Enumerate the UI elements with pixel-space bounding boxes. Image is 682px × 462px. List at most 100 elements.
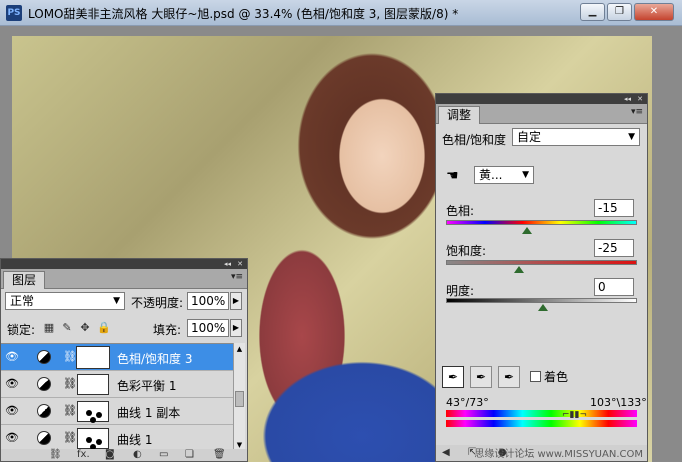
opacity-input[interactable]: 100%: [187, 292, 229, 310]
lock-transparent-icon[interactable]: ▦: [43, 322, 55, 334]
layers-scrollbar[interactable]: ▲ ▼: [233, 343, 245, 451]
eyedropper-plus-icon[interactable]: ✒: [470, 366, 492, 388]
layer-name: 曲线 1: [117, 433, 153, 447]
close-panel-icon[interactable]: ✕: [637, 94, 643, 104]
chain-icon[interactable]: ⛓: [63, 404, 77, 417]
tab-adjustments[interactable]: 调整: [438, 106, 481, 124]
layers-footer: ⛓ fx. ◙ ◐ ▭ ❏ 🗑: [1, 449, 247, 461]
lightness-input[interactable]: 0: [594, 278, 634, 296]
close-panel-icon[interactable]: ✕: [237, 259, 243, 269]
panel-tab-row: 调整 ▾≡: [436, 104, 647, 124]
eyedropper-minus-icon[interactable]: ✒: [498, 366, 520, 388]
layer-mask-thumbnail[interactable]: [77, 374, 109, 395]
layer-mask-thumbnail[interactable]: [76, 346, 110, 369]
saturation-slider-knob[interactable]: [514, 266, 524, 273]
lock-brush-icon[interactable]: ✎: [61, 322, 73, 334]
photoshop-logo-icon: PS: [6, 5, 22, 21]
range-right-readout: 103°\133°: [590, 396, 647, 409]
adjustment-layer-icon: [37, 377, 51, 391]
hue-input[interactable]: -15: [594, 199, 634, 217]
lightness-label: 明度:: [446, 284, 475, 298]
preset-select[interactable]: 自定 ▼: [512, 128, 640, 146]
minimize-icon[interactable]: ▁: [580, 3, 605, 21]
opacity-arrow-icon[interactable]: ▶: [230, 292, 242, 310]
chevron-down-icon: ▼: [628, 132, 635, 142]
adjustment-layer-icon: [37, 431, 51, 445]
layer-row[interactable]: 👁 ⛓ 曲线 1: [1, 425, 233, 451]
trash-icon[interactable]: 🗑: [213, 449, 226, 461]
adjustments-panel: ◂◂ ✕ 调整 ▾≡ 色相/饱和度 自定 ▼ ☚ 黄... ▼ 色相: -15 …: [435, 93, 648, 462]
adjustment-icon[interactable]: ◐: [133, 449, 142, 461]
collapse-icon[interactable]: ◂◂: [624, 94, 631, 104]
layer-mask-thumbnail[interactable]: [77, 428, 109, 449]
fill-arrow-icon[interactable]: ▶: [230, 319, 242, 337]
saturation-slider-track[interactable]: [446, 260, 637, 265]
adjustment-layer-icon: [37, 350, 51, 364]
new-layer-icon[interactable]: ❏: [185, 449, 194, 461]
layer-row[interactable]: 👁 ⛓ 曲线 1 副本: [1, 398, 233, 425]
lightness-slider-track[interactable]: [446, 298, 637, 303]
range-slider-handles[interactable]: ⌐▮▮¬: [562, 410, 587, 420]
chevron-down-icon: ▼: [113, 296, 120, 306]
tab-layers[interactable]: 图层: [3, 271, 46, 289]
preset-value: 自定: [517, 130, 542, 144]
saturation-input[interactable]: -25: [594, 239, 634, 257]
back-arrow-icon[interactable]: ◀: [442, 447, 450, 459]
hue-slider-track[interactable]: [446, 220, 637, 225]
scroll-thumb[interactable]: [235, 391, 244, 407]
folder-icon[interactable]: ▭: [159, 449, 168, 461]
panel-menu-icon[interactable]: ▾≡: [231, 272, 243, 282]
hue-label: 色相:: [446, 204, 475, 218]
mask-icon[interactable]: ◙: [105, 449, 115, 461]
watermark-text: 思缘设计论坛 www.MISSYUAN.COM: [474, 449, 643, 460]
collapse-icon[interactable]: ◂◂: [224, 259, 231, 269]
layer-name: 色相/饱和度 3: [117, 352, 193, 366]
layers-panel: ◂◂ ✕ 图层 ▾≡ 正常 ▼ 不透明度: 100% ▶ 锁定: ▦ ✎ ✥ 🔒…: [0, 258, 248, 462]
blend-mode-select[interactable]: 正常 ▼: [5, 292, 125, 310]
blend-mode-value: 正常: [10, 294, 35, 308]
panel-strip: ◂◂ ✕: [436, 94, 647, 104]
eyedropper-icon[interactable]: ✒: [442, 366, 464, 388]
lock-move-icon[interactable]: ✥: [79, 322, 91, 334]
lightness-slider-knob[interactable]: [538, 304, 548, 311]
link-icon[interactable]: ⛓: [49, 449, 62, 461]
adjustment-type: 色相/饱和度: [442, 133, 507, 147]
lock-label: 锁定:: [7, 323, 36, 337]
chain-icon[interactable]: ⛓: [63, 377, 77, 390]
close-icon[interactable]: ✕: [634, 3, 674, 21]
eye-icon[interactable]: 👁: [5, 378, 19, 390]
layer-name: 色彩平衡 1: [117, 379, 177, 393]
fill-input[interactable]: 100%: [187, 319, 229, 337]
fill-label: 填充:: [153, 323, 182, 337]
panel-menu-icon[interactable]: ▾≡: [631, 107, 643, 117]
adjustment-layer-icon: [37, 404, 51, 418]
chevron-down-icon: ▼: [522, 170, 529, 180]
layer-row[interactable]: 👁 ⛓ 色彩平衡 1: [1, 371, 233, 398]
chain-icon[interactable]: ⛓: [63, 431, 77, 444]
scroll-up-icon[interactable]: ▲: [234, 343, 245, 355]
channel-value: 黄...: [479, 168, 503, 182]
layer-name: 曲线 1 副本: [117, 406, 181, 420]
fx-icon[interactable]: fx.: [77, 449, 90, 461]
adjustments-footer: ◀ ⇱ ● 思缘设计论坛 www.MISSYUAN.COM: [436, 445, 647, 461]
hand-target-icon[interactable]: ☚: [446, 168, 459, 184]
channel-select[interactable]: 黄... ▼: [474, 166, 534, 184]
eye-icon[interactable]: 👁: [5, 351, 19, 363]
restore-icon[interactable]: ❐: [607, 3, 632, 21]
colorize-checkbox[interactable]: [530, 371, 541, 382]
source-spectrum-bar: [446, 410, 637, 417]
panel-strip: ◂◂ ✕: [1, 259, 247, 269]
layer-mask-thumbnail[interactable]: [77, 401, 109, 422]
hue-slider-knob[interactable]: [522, 227, 532, 234]
lock-all-icon[interactable]: 🔒: [97, 322, 111, 334]
range-left-readout: 43°/73°: [446, 396, 489, 409]
window-controls: ▁ ❐ ✕: [580, 3, 674, 21]
chain-icon[interactable]: ⛓: [63, 350, 77, 363]
result-spectrum-bar: [446, 420, 637, 427]
panel-tab-row: 图层 ▾≡: [1, 269, 247, 289]
layer-list: 👁 ⛓ 色相/饱和度 3 👁 ⛓ 色彩平衡 1 👁 ⛓ 曲线 1 副本 👁 ⛓ …: [1, 343, 233, 451]
eye-icon[interactable]: 👁: [5, 405, 19, 417]
eye-icon[interactable]: 👁: [5, 432, 19, 444]
opacity-label: 不透明度:: [131, 296, 184, 310]
layer-row[interactable]: 👁 ⛓ 色相/饱和度 3: [1, 344, 233, 371]
